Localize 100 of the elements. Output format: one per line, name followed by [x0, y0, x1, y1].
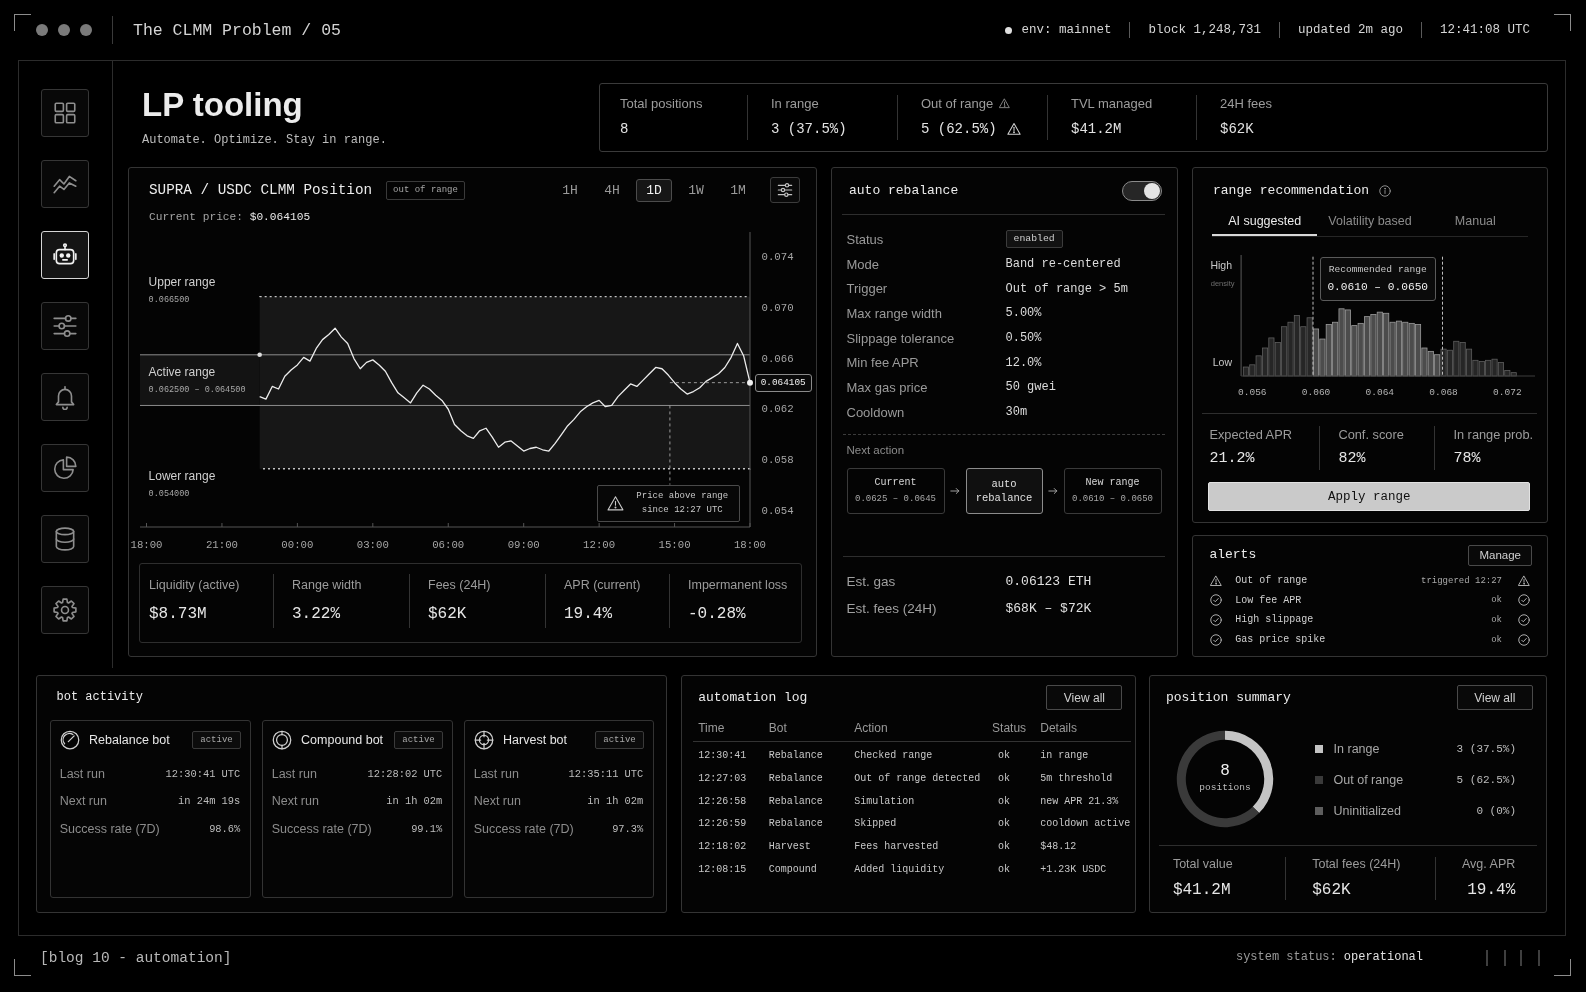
timeframe-tab[interactable]: 1D [636, 178, 672, 202]
nav-button[interactable] [41, 160, 89, 208]
grid-icon [52, 100, 78, 126]
log-status: ok [998, 863, 1011, 875]
alert-status: ok [1491, 614, 1502, 625]
bot-name: Rebalance bot [89, 733, 170, 747]
info-icon [1379, 184, 1392, 197]
corner-bracket-icon [1554, 959, 1571, 976]
legend-label: Uninitialized [1333, 804, 1401, 818]
run-value: in 1h 02m [587, 795, 644, 808]
nav-button[interactable] [41, 373, 89, 421]
log-action: Out of range detected [854, 773, 981, 785]
metric-value: 19.4% [564, 604, 612, 624]
setting-label: Max range width [846, 305, 942, 321]
run-label: Next run [271, 794, 319, 809]
run-value: 12:30:41 UTC [165, 767, 241, 780]
metric-label: APR (current) [564, 578, 641, 593]
stat-label: TVL managed [1071, 96, 1153, 111]
timeframe-tab[interactable]: 1M [720, 178, 756, 202]
view-all-button[interactable]: View all [1046, 685, 1123, 710]
log-action: Added liquidity [854, 863, 945, 875]
stat-value: 3 (37.5%) [771, 120, 847, 138]
page-title: LP tooling [142, 86, 303, 124]
target-icon [473, 730, 494, 750]
run-label: Next run [59, 794, 107, 809]
log-details: 5m threshold [1040, 773, 1113, 785]
toggle-switch[interactable] [1122, 181, 1162, 201]
range-dot-icon [257, 352, 262, 358]
run-value: 98.6% [209, 822, 241, 835]
range-tab[interactable]: Manual [1422, 208, 1528, 236]
axis-label: 0.062 [761, 403, 794, 416]
range-label: Upper range [148, 274, 216, 289]
setting-value: 5.00% [1005, 306, 1042, 321]
range-value: 0.054000 [148, 487, 190, 500]
axis-label: 0.070 [761, 301, 794, 314]
step-value: 0.0625 – 0.0645 [855, 493, 936, 505]
status-text: 12:41:08 UTC [1440, 23, 1530, 37]
alert-label: Gas price spike [1235, 634, 1326, 646]
log-time: 12:26:59 [698, 818, 747, 830]
system-status-value: operational [1343, 950, 1423, 965]
range-tab[interactable]: Volatility based [1317, 208, 1423, 236]
timeframe-tab[interactable]: 1H [552, 178, 588, 202]
window-dot-icon [36, 24, 48, 36]
estimate-label: Est. gas [846, 573, 896, 589]
bot-name: Compound bot [301, 733, 384, 747]
legend-value: 5 (62.5%) [1456, 774, 1516, 786]
stat-label: Total value [1172, 857, 1233, 872]
run-label: Last run [271, 766, 317, 781]
run-value: 99.1% [411, 822, 443, 835]
setting-label: Slippage tolerance [846, 330, 955, 346]
nav-button[interactable] [41, 515, 89, 563]
axis-label: 12:00 [583, 538, 616, 551]
nav-button[interactable] [41, 444, 89, 492]
metric-value: $8.73M [149, 604, 207, 624]
metric-label: Liquidity (active) [149, 578, 240, 593]
corner-bracket-icon [1554, 14, 1571, 31]
column-header: Details [1040, 720, 1077, 737]
section-label: Next action [846, 443, 905, 458]
axis-label: 0.068 [1429, 386, 1458, 398]
legend-label: Out of range [1333, 773, 1404, 787]
axis-label: High [1210, 258, 1232, 271]
run-label: Last run [473, 766, 519, 781]
stat-label: Total fees (24H) [1312, 857, 1401, 872]
filter-button[interactable] [770, 177, 800, 203]
stat-value: 5 (62.5%) [921, 120, 997, 138]
setting-value: 30m [1005, 405, 1028, 420]
window-dot-icon [58, 24, 70, 36]
window-dot-icon [80, 24, 92, 36]
log-bot: Rebalance [768, 773, 823, 785]
sliders-icon [777, 182, 793, 198]
status-badge: active [394, 731, 443, 749]
nav-button[interactable] [41, 89, 89, 137]
log-details: +1.23K USDC [1040, 863, 1107, 875]
log-action: Skipped [854, 818, 897, 830]
legend-value: 0 (0%) [1476, 805, 1516, 817]
timeframe-tab[interactable]: 1W [678, 178, 714, 202]
sliders-icon [52, 313, 78, 339]
stat-value: $41.2M [1172, 879, 1231, 900]
manage-button[interactable]: Manage [1468, 544, 1532, 566]
view-all-button[interactable]: View all [1456, 685, 1533, 710]
estimate-label: Est. fees (24H) [846, 601, 937, 617]
axis-label: 0.058 [761, 453, 794, 466]
alert-label: High slippage [1235, 614, 1314, 626]
range-tab[interactable]: AI suggested [1212, 208, 1318, 236]
timeframe-tab[interactable]: 4H [594, 178, 630, 202]
price-tag: 0.064105 [754, 373, 812, 392]
chart-title: SUPRA / USDC CLMM Position [149, 182, 373, 198]
setting-value: Band re-centered [1005, 257, 1121, 272]
ring-icon [271, 730, 292, 750]
apply-button[interactable]: Apply range [1208, 482, 1530, 511]
alert-status: ok [1491, 595, 1502, 606]
nav-button[interactable] [41, 302, 89, 350]
status-text: env: mainnet [1021, 23, 1112, 37]
metric-label: Range width [292, 578, 362, 593]
nav-button[interactable] [41, 586, 89, 634]
panel-title: alerts [1209, 547, 1257, 563]
run-label: Last run [59, 766, 105, 781]
window-title: The CLMM Problem / 05 [133, 20, 341, 40]
price-label: Current price: [149, 210, 243, 224]
axis-label: 21:00 [205, 538, 238, 551]
